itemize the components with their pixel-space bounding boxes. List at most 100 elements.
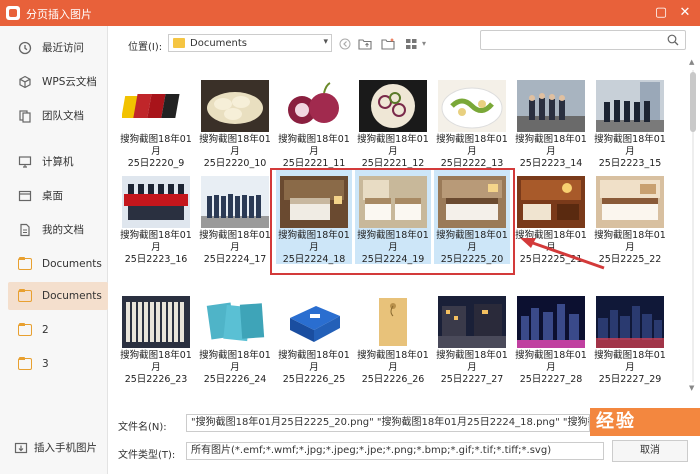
scroll-up-icon[interactable]: ▲ [689,58,694,66]
restore-button[interactable]: ▢ [652,4,670,22]
view-mode-chevron-icon[interactable]: ▾ [417,38,431,50]
file-thumbnail-item[interactable]: 搜狗截图18年01月 25日2227_29 [592,290,668,386]
kraft-envelope-image [359,296,427,348]
sidebar-item-documents[interactable]: Documents [8,250,108,278]
archive-shelf-image [122,296,190,348]
file-thumbnail-item[interactable]: 搜狗截图18年01月 25日2220_10 [197,74,273,170]
scroll-thumb[interactable] [690,72,696,132]
file-name: 搜狗截图18年01月 25日2226_23 [118,350,194,386]
sidebar-item-label: 我的文档 [42,224,84,236]
folder-icon [173,38,185,48]
file-name-line2: 25日2227_27 [440,374,504,385]
file-name: 搜狗截图18年01月 25日2223_15 [592,134,668,170]
sidebar-item-label: 2 [42,324,49,336]
file-thumbnail-item[interactable]: 搜狗截图18年01月 25日2227_27 [434,290,510,385]
sidebar-item-label: 最近访问 [42,42,84,54]
night-street-image [438,296,506,348]
folder-icon [18,257,32,270]
sidebar-item-desktop[interactable]: 桌面 [8,182,108,210]
file-name: 搜狗截图18年01月 25日2223_16 [118,230,194,266]
file-name-line1: 搜狗截图18年01月 [199,230,271,253]
new-folder-icon[interactable] [381,38,395,50]
file-thumbnail-item[interactable]: 搜狗截图18年01月 25日2227_28 [513,290,589,385]
hotel-room-5-image [596,176,664,228]
close-button[interactable]: ✕ [676,4,694,22]
location-value: Documents [190,38,248,49]
sidebar-item-folder-2[interactable]: 2 [8,316,108,344]
file-thumbnail-item[interactable]: 搜狗截图18年01月 25日2221_11 [276,74,352,170]
file-name-line2: 25日2226_26 [361,374,425,385]
location-dropdown[interactable]: Documents ▾ [168,34,332,52]
file-name: 搜狗截图18年01月 25日2222_13 [434,134,510,170]
night-city-image [517,296,585,348]
file-thumbnail-item[interactable]: 搜狗截图18年01月 25日2226_24 [197,290,273,386]
sidebar-item-documents-active[interactable]: Documents [8,282,108,310]
file-name-line1: 搜狗截图18年01月 [199,134,271,157]
sidebar-item-folder-3[interactable]: 3 [8,350,108,378]
file-thumbnail-item[interactable]: 搜狗截图18年01月 25日2223_16 [118,170,194,266]
file-thumbnail-item[interactable]: 搜狗截图18年01月 25日2226_26 [355,290,431,385]
desktop-icon [18,190,32,202]
filename-field[interactable]: "搜狗截图18年01月25日2225_20.png" "搜狗截图18年01月25… [186,414,590,432]
file-name-line1: 搜狗截图18年01月 [278,134,350,157]
file-name: 搜狗截图18年01月 25日2226_24 [197,350,273,386]
file-thumbnail-item[interactable]: 搜狗截图18年01月 25日2221_12 [355,74,431,169]
vertical-scrollbar[interactable]: ▲ ▼ [689,58,697,394]
clock-icon [18,41,32,55]
file-name-line1: 搜狗截图18年01月 [120,230,192,253]
file-name: 搜狗截图18年01月 25日2227_29 [592,350,668,386]
file-name-line2: 25日2227_28 [519,374,583,385]
file-name: 搜狗截图18年01月 25日2223_14 [513,134,589,170]
file-thumbnail-item[interactable]: 搜狗截图18年01月 25日2226_25 [276,290,352,386]
file-name-line2: 25日2223_16 [124,254,188,265]
staff-group-image [517,80,585,132]
file-name-line2: 25日2226_24 [203,374,267,385]
file-name: 搜狗截图18年01月 25日2221_11 [276,134,352,170]
night-skyline-image [596,296,664,348]
hotel-room-4-image [517,176,585,228]
file-name-line1: 搜狗截图18年01月 [436,134,508,157]
onion-dish-image [359,80,427,132]
watermark-logo: 经验 [590,408,700,436]
file-name-line1: 搜狗截图18年01月 [278,350,350,373]
file-name-line1: 搜狗截图18年01月 [515,134,587,157]
sidebar-item-label: Documents [42,258,102,270]
file-name-line1: 搜狗截图18年01月 [515,350,587,373]
staff-group-2-image [596,80,664,132]
file-thumbnail-item[interactable]: 搜狗截图18年01月 25日2222_13 [434,74,510,170]
file-name-line2: 25日2226_23 [124,374,188,385]
file-thumbnail-item[interactable]: 搜狗截图18年01月 25日2220_9 [118,74,194,169]
filetype-label: 文件类型(T): [118,450,176,461]
selection-highlight-box [270,168,515,275]
red-arrow-annotation [520,238,605,270]
file-name-line2: 25日2220_9 [127,158,185,169]
back-icon[interactable] [338,38,352,50]
search-input[interactable] [480,30,686,50]
file-name-line1: 搜狗截图18年01月 [594,350,666,373]
sidebar-item-recent[interactable]: 最近访问 [8,34,108,62]
red-yellow-boards-image [122,80,190,132]
up-folder-icon[interactable] [358,38,372,50]
computer-icon [18,156,32,168]
sidebar-item-my-documents[interactable]: 我的文档 [8,216,108,244]
folder-icon [18,289,32,302]
file-name: 搜狗截图18年01月 25日2224_17 [197,230,273,266]
file-thumbnail-item[interactable]: 搜狗截图18年01月 25日2223_15 [592,74,668,170]
file-name-line1: 搜狗截图18年01月 [436,350,508,373]
insert-phone-image-button[interactable]: 插入手机图片 [8,434,108,462]
insert-phone-image-label: 插入手机图片 [34,442,97,454]
sidebar-item-wps-cloud[interactable]: WPS云文档 [8,68,108,96]
scroll-down-icon[interactable]: ▼ [689,384,694,392]
sidebar-item-team-docs[interactable]: 团队文档 [8,102,108,130]
cancel-button[interactable]: 取消 [612,440,688,462]
file-name-line2: 25日2223_15 [598,158,662,169]
sidebar-item-computer[interactable]: 计算机 [8,148,108,176]
file-thumbnail-item[interactable]: 搜狗截图18年01月 25日2224_17 [197,170,273,266]
sidebar-item-label: Documents [42,290,102,302]
filetype-select[interactable]: 所有图片(*.emf;*.wmf;*.jpg;*.jpeg;*.jpe;*.pn… [186,442,604,460]
potato-slices-image [201,80,269,132]
file-name: 搜狗截图18年01月 25日2220_10 [197,134,273,170]
file-name: 搜狗截图18年01月 25日2226_25 [276,350,352,386]
file-thumbnail-item[interactable]: 搜狗截图18年01月 25日2226_23 [118,290,194,386]
file-thumbnail-item[interactable]: 搜狗截图18年01月 25日2223_14 [513,74,589,170]
